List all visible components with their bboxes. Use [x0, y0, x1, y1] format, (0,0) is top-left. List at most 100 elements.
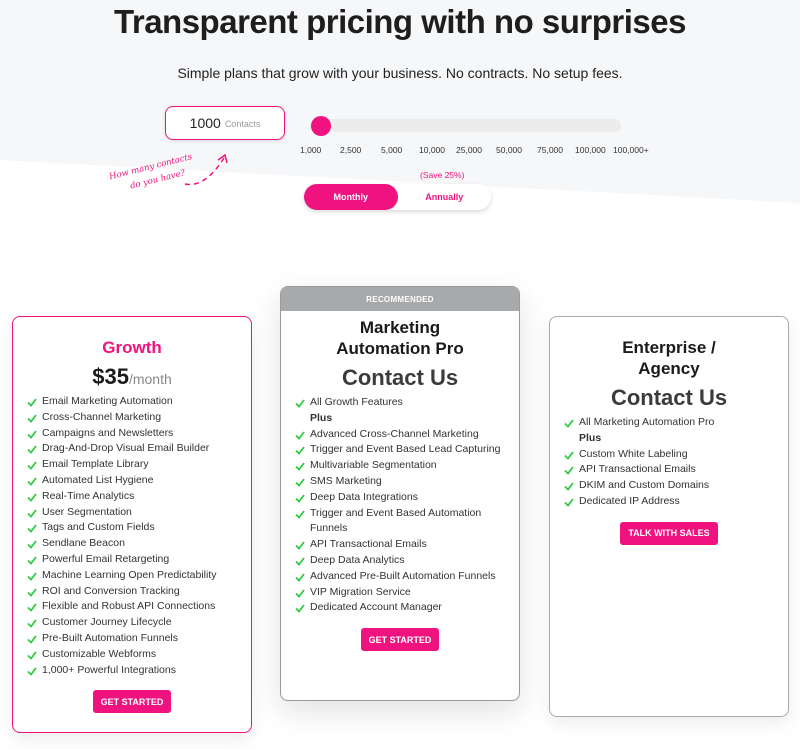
feature-text: SMS Marketing [310, 474, 382, 487]
plan-name-line-2: Automation Pro [336, 339, 464, 358]
check-icon [27, 461, 37, 471]
slider-tick: 5,000 [381, 145, 403, 155]
plus-label: Plus [564, 431, 780, 447]
feature-item: 1,000+ Powerful Integrations [27, 663, 243, 679]
slider-tick: 2,500 [340, 145, 362, 155]
feature-text: VIP Migration Service [310, 585, 411, 598]
slider-tick: 25,000 [456, 145, 482, 155]
billing-option-monthly[interactable]: Monthly [304, 184, 398, 210]
billing-option-annually[interactable]: Annually [398, 184, 492, 210]
feature-text: Automated List Hygiene [42, 473, 154, 486]
check-icon [295, 494, 305, 503]
feature-item: Advanced Pre-Built Automation Funnels [295, 569, 511, 585]
feature-item: Automated List Hygiene [27, 473, 243, 489]
check-icon [564, 498, 574, 507]
check-icon [295, 510, 305, 519]
feature-text: 1,000+ Powerful Integrations [42, 663, 176, 676]
plan-card-growth: Growth $35/month Email Marketing Automat… [12, 316, 252, 733]
feature-text: Flexible and Robust API Connections [42, 600, 216, 613]
feature-item: Tags and Custom Fields [27, 520, 243, 536]
feature-text: Campaigns and Newsletters [42, 426, 174, 439]
feature-text: Tags and Custom Fields [42, 521, 155, 534]
feature-item: Custom White Labeling [564, 447, 780, 463]
feature-item: API Transactional Emails [564, 462, 780, 478]
check-icon [295, 541, 305, 551]
feature-text: Drag-And-Drop Visual Email Builder [42, 442, 210, 455]
feature-item: Customizable Webforms [27, 647, 243, 663]
recommended-badge: RECOMMENDED [281, 287, 519, 311]
check-icon [564, 482, 574, 492]
page-subtitle: Simple plans that grow with your busines… [177, 65, 623, 81]
feature-item: DKIM and Custom Domains [564, 478, 780, 494]
plan-price: Contact Us [610, 385, 728, 410]
dashed-arrow-icon [184, 153, 228, 186]
plan-name: Growth [102, 338, 162, 357]
feature-item: Trigger and Event Based Automation Funne… [295, 506, 511, 538]
feature-text: Sendlane Beacon [42, 537, 125, 550]
feature-item: Email Marketing Automation [27, 394, 243, 410]
feature-text: All Growth Features [310, 396, 403, 408]
check-icon [295, 573, 305, 582]
check-icon [27, 493, 37, 502]
check-icon [295, 462, 305, 472]
feature-text: Multivariable Segmentation [310, 459, 437, 472]
plan-name-line-1: Enterprise / [622, 338, 716, 357]
contacts-slider-thumb[interactable] [311, 116, 331, 136]
plan-name-line-1: Marketing [359, 318, 441, 337]
feature-item: VIP Migration Service [295, 585, 511, 601]
page-title: Transparent pricing with no surprises [114, 3, 686, 40]
feature-item: Powerful Email Retargeting [27, 552, 243, 568]
feature-item: Drag-And-Drop Visual Email Builder [27, 441, 243, 457]
feature-text: DKIM and Custom Domains [579, 479, 710, 492]
check-icon [27, 635, 37, 644]
check-icon [27, 477, 37, 486]
feature-list: All Growth Features Plus Advanced Cross-Ch… [281, 395, 519, 616]
check-icon [27, 651, 37, 660]
feature-text: Trigger and Event Based Lead Capturing [310, 443, 501, 456]
get-started-button[interactable]: GET STARTED [360, 628, 440, 652]
feature-text: Dedicated Account Manager [310, 601, 442, 614]
check-icon [27, 603, 37, 613]
plan-price: $35/month [13, 364, 251, 390]
feature-text: ROI and Conversion Tracking [42, 584, 180, 597]
check-icon [295, 446, 305, 456]
check-icon [27, 619, 37, 629]
feature-item: Email Template Library [27, 457, 243, 473]
slider-tick: 75,000 [537, 145, 563, 155]
feature-list: All Marketing Automation Pro Plus Custom W… [550, 415, 788, 510]
plan-card-enterprise-agency: Enterprise / Agency Contact Us All Marke… [549, 316, 789, 717]
check-icon [27, 509, 37, 518]
contacts-input[interactable]: 1000 Contacts [165, 106, 285, 140]
contacts-slider-track[interactable] [310, 116, 621, 136]
contacts-value[interactable]: 1000 [190, 115, 221, 131]
feature-text: API Transactional Emails [579, 463, 696, 476]
slider-ticks: 1,000 2,500 5,000 10,000 25,000 50,000 7… [300, 145, 660, 157]
check-icon [295, 604, 305, 614]
slider-tick: 1,000 [300, 145, 322, 155]
plan-name: Marketing Automation Pro [281, 317, 519, 359]
check-icon [27, 398, 37, 407]
slider-tick: 10,000 [419, 145, 445, 155]
check-icon [27, 556, 37, 565]
feature-item: Advanced Cross-Channel Marketing [295, 427, 511, 443]
feature-text: Email Template Library [42, 458, 149, 471]
feature-item: Trigger and Event Based Lead Capturing [295, 442, 511, 458]
feature-text: Custom White Labeling [579, 447, 688, 460]
feature-text: Advanced Pre-Built Automation Funnels [310, 569, 496, 582]
billing-toggle[interactable]: Monthly Annually [304, 184, 491, 210]
check-icon [295, 557, 305, 566]
talk-with-sales-button[interactable]: TALK WITH SALES [620, 521, 718, 545]
feature-text: Pre-Built Automation Funnels [42, 631, 178, 644]
get-started-button[interactable]: GET STARTED [92, 690, 172, 714]
feature-text: User Segmentation [42, 505, 132, 518]
feature-text: Plus [310, 411, 333, 424]
check-icon [27, 445, 37, 455]
feature-item: Machine Learning Open Predictability [27, 568, 243, 584]
price-amount: $35 [92, 364, 129, 389]
feature-text: Powerful Email Retargeting [42, 552, 170, 565]
slider-tick: 100,000+ [613, 145, 649, 155]
check-icon [27, 540, 37, 550]
check-icon [295, 399, 305, 408]
check-icon [564, 466, 574, 476]
feature-text: Cross-Channel Marketing [42, 410, 162, 423]
